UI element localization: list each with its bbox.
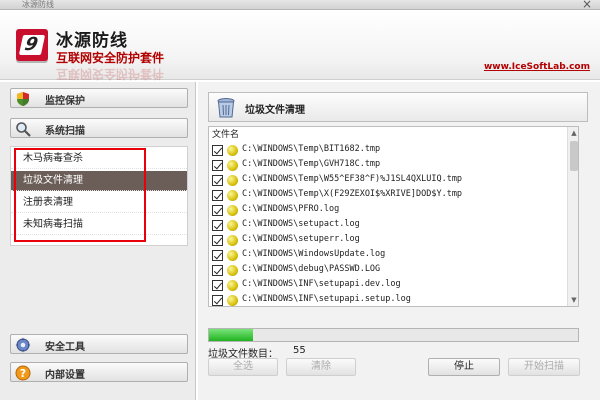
status-dot-icon: [227, 265, 238, 276]
file-checkbox[interactable]: [212, 280, 223, 291]
file-path: C:\WINDOWS\debug\PASSWD.LOG: [242, 264, 381, 274]
scroll-up-icon[interactable]: ▲: [568, 127, 578, 139]
status-dot-icon: [227, 295, 238, 306]
status-dot-icon: [227, 190, 238, 201]
junk-file-list[interactable]: 文件名 C:\WINDOWS\Temp\BIT1682.tmp C:\WINDOW…: [208, 126, 579, 307]
app-subtitle: 互联网安全防护套件: [56, 51, 165, 65]
file-row[interactable]: C:\WINDOWS\Temp\X(F29ZEXOI$%XRIVE]DOD$Y.…: [209, 188, 567, 203]
svg-text:?: ?: [20, 367, 26, 380]
status-dot-icon: [227, 160, 238, 171]
nav-system-scan[interactable]: 系统扫描: [10, 118, 188, 138]
clear-button[interactable]: 清除: [286, 358, 356, 376]
file-path: C:\WINDOWS\Temp\W55^EF38^F)%J1SL4QXLUIQ.…: [242, 174, 463, 184]
file-checkbox[interactable]: [212, 235, 223, 246]
start-scan-button[interactable]: 开始扫描: [508, 358, 580, 376]
progress-fill: [209, 329, 254, 341]
status-dot-icon: [227, 280, 238, 291]
status-dot-icon: [227, 235, 238, 246]
scan-submenu: 木马病毒查杀 垃圾文件清理 注册表清理 未知病毒扫描: [10, 146, 188, 246]
website-link[interactable]: www.IceSoftLab.com: [484, 62, 590, 72]
scroll-down-icon[interactable]: ▼: [568, 294, 578, 306]
file-checkbox[interactable]: [212, 295, 223, 306]
logo-glyph: 9: [22, 34, 40, 55]
junk-count-value: 55: [293, 345, 306, 356]
file-path: C:\WINDOWS\INF\setupapi.dev.log: [242, 279, 401, 289]
file-path: C:\WINDOWS\Temp\X(F29ZEXOI$%XRIVE]DOD$Y.…: [242, 189, 463, 199]
scan-progress-bar: [208, 328, 579, 342]
file-row[interactable]: C:\WINDOWS\setupact.log: [209, 218, 567, 233]
file-checkbox[interactable]: [212, 175, 223, 186]
status-dot-icon: [227, 220, 238, 231]
status-dot-icon: [227, 205, 238, 216]
file-row[interactable]: C:\WINDOWS\Temp\W55^EF38^F)%J1SL4QXLUIQ.…: [209, 173, 567, 188]
nav-label: 安全工具: [45, 342, 85, 353]
window-caption: 冰源防线: [22, 0, 54, 9]
file-path: C:\WINDOWS\Temp\GVH718C.tmp: [242, 159, 381, 169]
file-checkbox[interactable]: [212, 190, 223, 201]
panel-title: 垃圾文件清理: [245, 105, 305, 116]
file-checkbox[interactable]: [212, 160, 223, 171]
main-panel: 垃圾文件清理 文件名 C:\WINDOWS\Temp\BIT1682.tmp C:…: [198, 82, 600, 400]
file-row[interactable]: C:\WINDOWS\PFRO.log: [209, 203, 567, 218]
file-row[interactable]: C:\WINDOWS\Temp\BIT1682.tmp: [209, 143, 567, 158]
app-logo: 9: [16, 29, 48, 61]
submenu-registry-cleanup[interactable]: 注册表清理: [11, 193, 187, 213]
select-all-button[interactable]: 全选: [208, 358, 278, 376]
file-path: C:\WINDOWS\PFRO.log: [242, 204, 340, 214]
magnifier-icon: [16, 122, 31, 137]
submenu-junk-cleanup[interactable]: 垃圾文件清理: [11, 171, 187, 191]
vertical-scrollbar[interactable]: ▲ ▼: [567, 127, 578, 306]
nav-monitor-protection[interactable]: 监控保护: [10, 88, 188, 108]
app-header: 9 冰源防线 互联网安全防护套件 互联网安全防护套件 www.IceSoftLa…: [0, 10, 600, 81]
sidebar: 监控保护 系统扫描 木马病毒查杀 垃圾文件清理 注册表清理 未知病毒扫描 安全工…: [0, 82, 196, 400]
file-row[interactable]: C:\WINDOWS\WindowsUpdate.log: [209, 248, 567, 263]
status-dot-icon: [227, 145, 238, 156]
nav-label: 系统扫描: [45, 126, 85, 137]
file-path: C:\WINDOWS\setuperr.log: [242, 234, 360, 244]
question-icon: ?: [15, 365, 31, 381]
window-titlebar: 冰源防线 ×: [0, 0, 600, 11]
file-checkbox[interactable]: [212, 250, 223, 261]
nav-label: 监控保护: [45, 96, 85, 107]
file-checkbox[interactable]: [212, 265, 223, 276]
file-row[interactable]: C:\WINDOWS\INF\setupapi.dev.log: [209, 278, 567, 293]
nav-label: 内部设置: [45, 370, 85, 381]
file-path: C:\WINDOWS\WindowsUpdate.log: [242, 249, 386, 259]
file-path: C:\WINDOWS\setupact.log: [242, 219, 360, 229]
panel-header: 垃圾文件清理: [208, 92, 588, 122]
app-title: 冰源防线: [56, 31, 128, 51]
status-dot-icon: [227, 250, 238, 261]
file-checkbox[interactable]: [212, 145, 223, 156]
gear-icon: [15, 337, 31, 353]
file-path: C:\WINDOWS\Temp\BIT1682.tmp: [242, 144, 381, 154]
status-dot-icon: [227, 175, 238, 186]
shield-icon: [17, 92, 29, 106]
file-row[interactable]: C:\WINDOWS\INF\setupapi.setup.log: [209, 293, 567, 306]
column-header-filename: 文件名: [209, 127, 567, 143]
scroll-thumb[interactable]: [570, 141, 578, 171]
file-row[interactable]: C:\WINDOWS\setuperr.log: [209, 233, 567, 248]
file-checkbox[interactable]: [212, 205, 223, 216]
nav-internal-settings[interactable]: ? 内部设置: [10, 362, 188, 382]
file-row[interactable]: C:\WINDOWS\debug\PASSWD.LOG: [209, 263, 567, 278]
trash-bin-icon: [217, 98, 235, 118]
stop-button[interactable]: 停止: [428, 358, 500, 376]
submenu-unknown-virus-scan[interactable]: 未知病毒扫描: [11, 215, 187, 235]
submenu-trojan-scan[interactable]: 木马病毒查杀: [11, 149, 187, 169]
app-subtitle-reflection: 互联网安全防护套件: [56, 67, 165, 81]
file-path: C:\WINDOWS\INF\setupapi.setup.log: [242, 294, 411, 304]
file-row[interactable]: C:\WINDOWS\Temp\GVH718C.tmp: [209, 158, 567, 173]
nav-security-tools[interactable]: 安全工具: [10, 334, 188, 354]
file-checkbox[interactable]: [212, 220, 223, 231]
